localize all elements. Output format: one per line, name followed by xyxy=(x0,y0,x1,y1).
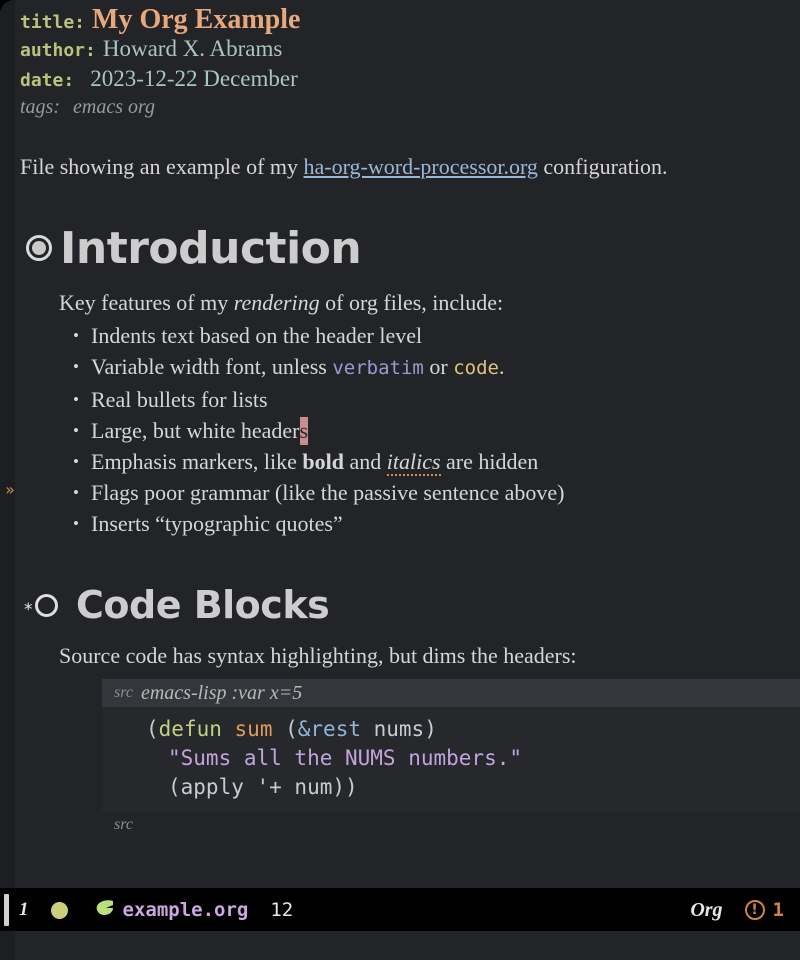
echo-area-fringe xyxy=(0,931,15,960)
bold-text: bold xyxy=(302,449,344,474)
mode-line-window-number[interactable]: 1 xyxy=(19,899,29,921)
left-fringe: » xyxy=(0,0,15,888)
code-token: nums) xyxy=(360,717,437,741)
document-title: My Org Example xyxy=(92,4,301,35)
list-item-text-2: or xyxy=(423,354,454,379)
src-block-code[interactable]: (defun sum (&rest nums) "Sums all the NU… xyxy=(102,707,800,812)
code-line-3: (apply '+ num)) xyxy=(102,773,800,802)
keyword-label-tags: tags: xyxy=(20,96,60,118)
org-src-block[interactable]: src emacs-lisp :var x=5 (defun sum (&res… xyxy=(45,679,800,834)
code-token: ( xyxy=(146,717,159,741)
code-text: code xyxy=(453,357,499,379)
hollow-ring-bullet-icon xyxy=(34,593,58,617)
asterisk-icon: * xyxy=(24,600,33,620)
list-item: Flags poor grammar (like the passive sen… xyxy=(73,477,800,508)
list-item-text-3: . xyxy=(498,354,505,379)
intro-text-before: File showing an example of my xyxy=(20,154,304,179)
echo-area xyxy=(0,931,800,960)
buffer-content[interactable]: title: My Org Example author: Howard X. … xyxy=(15,0,800,888)
code-token-builtin: &rest xyxy=(297,717,361,741)
org-link-ha-org-word-processor[interactable]: ha-org-word-processor.org xyxy=(304,154,538,179)
text-cursor: s xyxy=(299,417,309,445)
document-date: 2023-12-22 December xyxy=(90,66,298,91)
mode-line-warning-count[interactable]: 1 xyxy=(773,899,784,921)
introduction-lead-text: Key features of my rendering of org file… xyxy=(59,290,800,316)
code-token-string: "Sums all the NUMS numbers." xyxy=(168,746,523,770)
mode-line-status-dot xyxy=(50,901,68,919)
emacs-frame: » title: My Org Example author: Howard X… xyxy=(0,0,800,960)
src-end-keyword: src xyxy=(114,816,133,833)
org-keyword-tags: tags: emacs org xyxy=(20,96,800,126)
italic-text: italics xyxy=(386,449,441,476)
intro-text-after: configuration. xyxy=(537,154,668,179)
feature-list: Indents text based on the header level V… xyxy=(45,320,800,539)
gnu-emacs-icon xyxy=(94,897,116,923)
src-block-header: src emacs-lisp :var x=5 xyxy=(102,679,800,707)
code-blocks-lead-text: Source code has syntax highlighting, but… xyxy=(59,643,577,668)
list-item: Variable width font, unless verbatim or … xyxy=(73,351,800,384)
heading-code-blocks-text: Code Blocks xyxy=(76,583,330,627)
code-token: ( xyxy=(272,717,298,741)
list-item-text: Variable width font, unless xyxy=(91,354,333,379)
mode-line-major-mode[interactable]: Org xyxy=(690,899,722,922)
list-item-text: Large, but white header xyxy=(91,418,300,443)
intro-paragraph: File showing an example of my ha-org-wor… xyxy=(20,152,800,182)
mode-line-buffer-name[interactable]: example.org xyxy=(123,899,249,921)
heading-bullet-icon-2: * xyxy=(18,593,76,620)
heading-introduction-text: Introduction xyxy=(60,222,362,274)
filled-ring-bullet-icon xyxy=(26,235,52,261)
editor-window[interactable]: » title: My Org Example author: Howard X… xyxy=(0,0,800,888)
org-keyword-title: title: My Org Example xyxy=(20,6,800,36)
code-token-function: sum xyxy=(234,717,273,741)
document-author: Howard X. Abrams xyxy=(102,36,283,61)
lead-after: of org files, include: xyxy=(319,290,504,315)
list-item: Inserts “typographic quotes” xyxy=(73,508,800,539)
org-keyword-block: title: My Org Example author: Howard X. … xyxy=(15,0,800,126)
lead-before: Key features of my xyxy=(59,290,234,315)
heading-introduction[interactable]: Introduction xyxy=(18,218,800,278)
document-tags: emacs org xyxy=(73,96,156,118)
list-item-text-3: are hidden xyxy=(440,449,539,474)
org-keyword-author: author: Howard X. Abrams xyxy=(20,36,800,66)
src-block-meta: emacs-lisp :var x=5 xyxy=(140,681,303,704)
list-item-text: Emphasis markers, like xyxy=(91,449,303,474)
list-item-text-2: and xyxy=(344,449,387,474)
keyword-label-date: date: xyxy=(20,70,75,91)
exclamation-circle-icon[interactable]: ! xyxy=(744,900,765,920)
org-keyword-date: date: 2023-12-22 December xyxy=(20,66,800,96)
list-item: Emphasis markers, like bold and italics … xyxy=(73,446,800,477)
list-item-text: Inserts “typographic quotes” xyxy=(91,511,343,536)
heading-bullet-icon xyxy=(18,235,60,261)
keyword-label-author: author: xyxy=(20,40,96,61)
list-item: Real bullets for lists xyxy=(73,384,800,415)
verbatim-text: verbatim xyxy=(332,357,424,379)
mode-line-line-number: 12 xyxy=(270,899,294,921)
keyword-label-title: title: xyxy=(20,12,86,33)
code-token-keyword: defun xyxy=(158,717,222,741)
section-code-blocks-body: Source code has syntax highlighting, but… xyxy=(45,643,800,834)
mode-line-window-bar xyxy=(4,894,9,926)
code-line-1: (defun sum (&rest nums) xyxy=(102,715,800,744)
list-item-text: Flags poor grammar (like the passive sen… xyxy=(91,480,565,505)
code-line-2: "Sums all the NUMS numbers." xyxy=(102,744,800,773)
code-token: (apply '+ num)) xyxy=(168,775,358,799)
heading-code-blocks[interactable]: * Code Blocks xyxy=(18,579,800,631)
section-introduction-body: Key features of my rendering of org file… xyxy=(45,290,800,539)
list-item: Indents text based on the header level xyxy=(73,320,800,351)
src-begin-keyword: src xyxy=(114,684,133,701)
lead-italic: rendering xyxy=(233,290,320,315)
mode-line[interactable]: 1 example.org 12 Org ! 1 xyxy=(0,889,800,931)
list-item: Large, but white headers xyxy=(73,415,800,446)
list-item-text: Indents text based on the header level xyxy=(91,323,423,348)
list-item-text: Real bullets for lists xyxy=(91,387,268,412)
